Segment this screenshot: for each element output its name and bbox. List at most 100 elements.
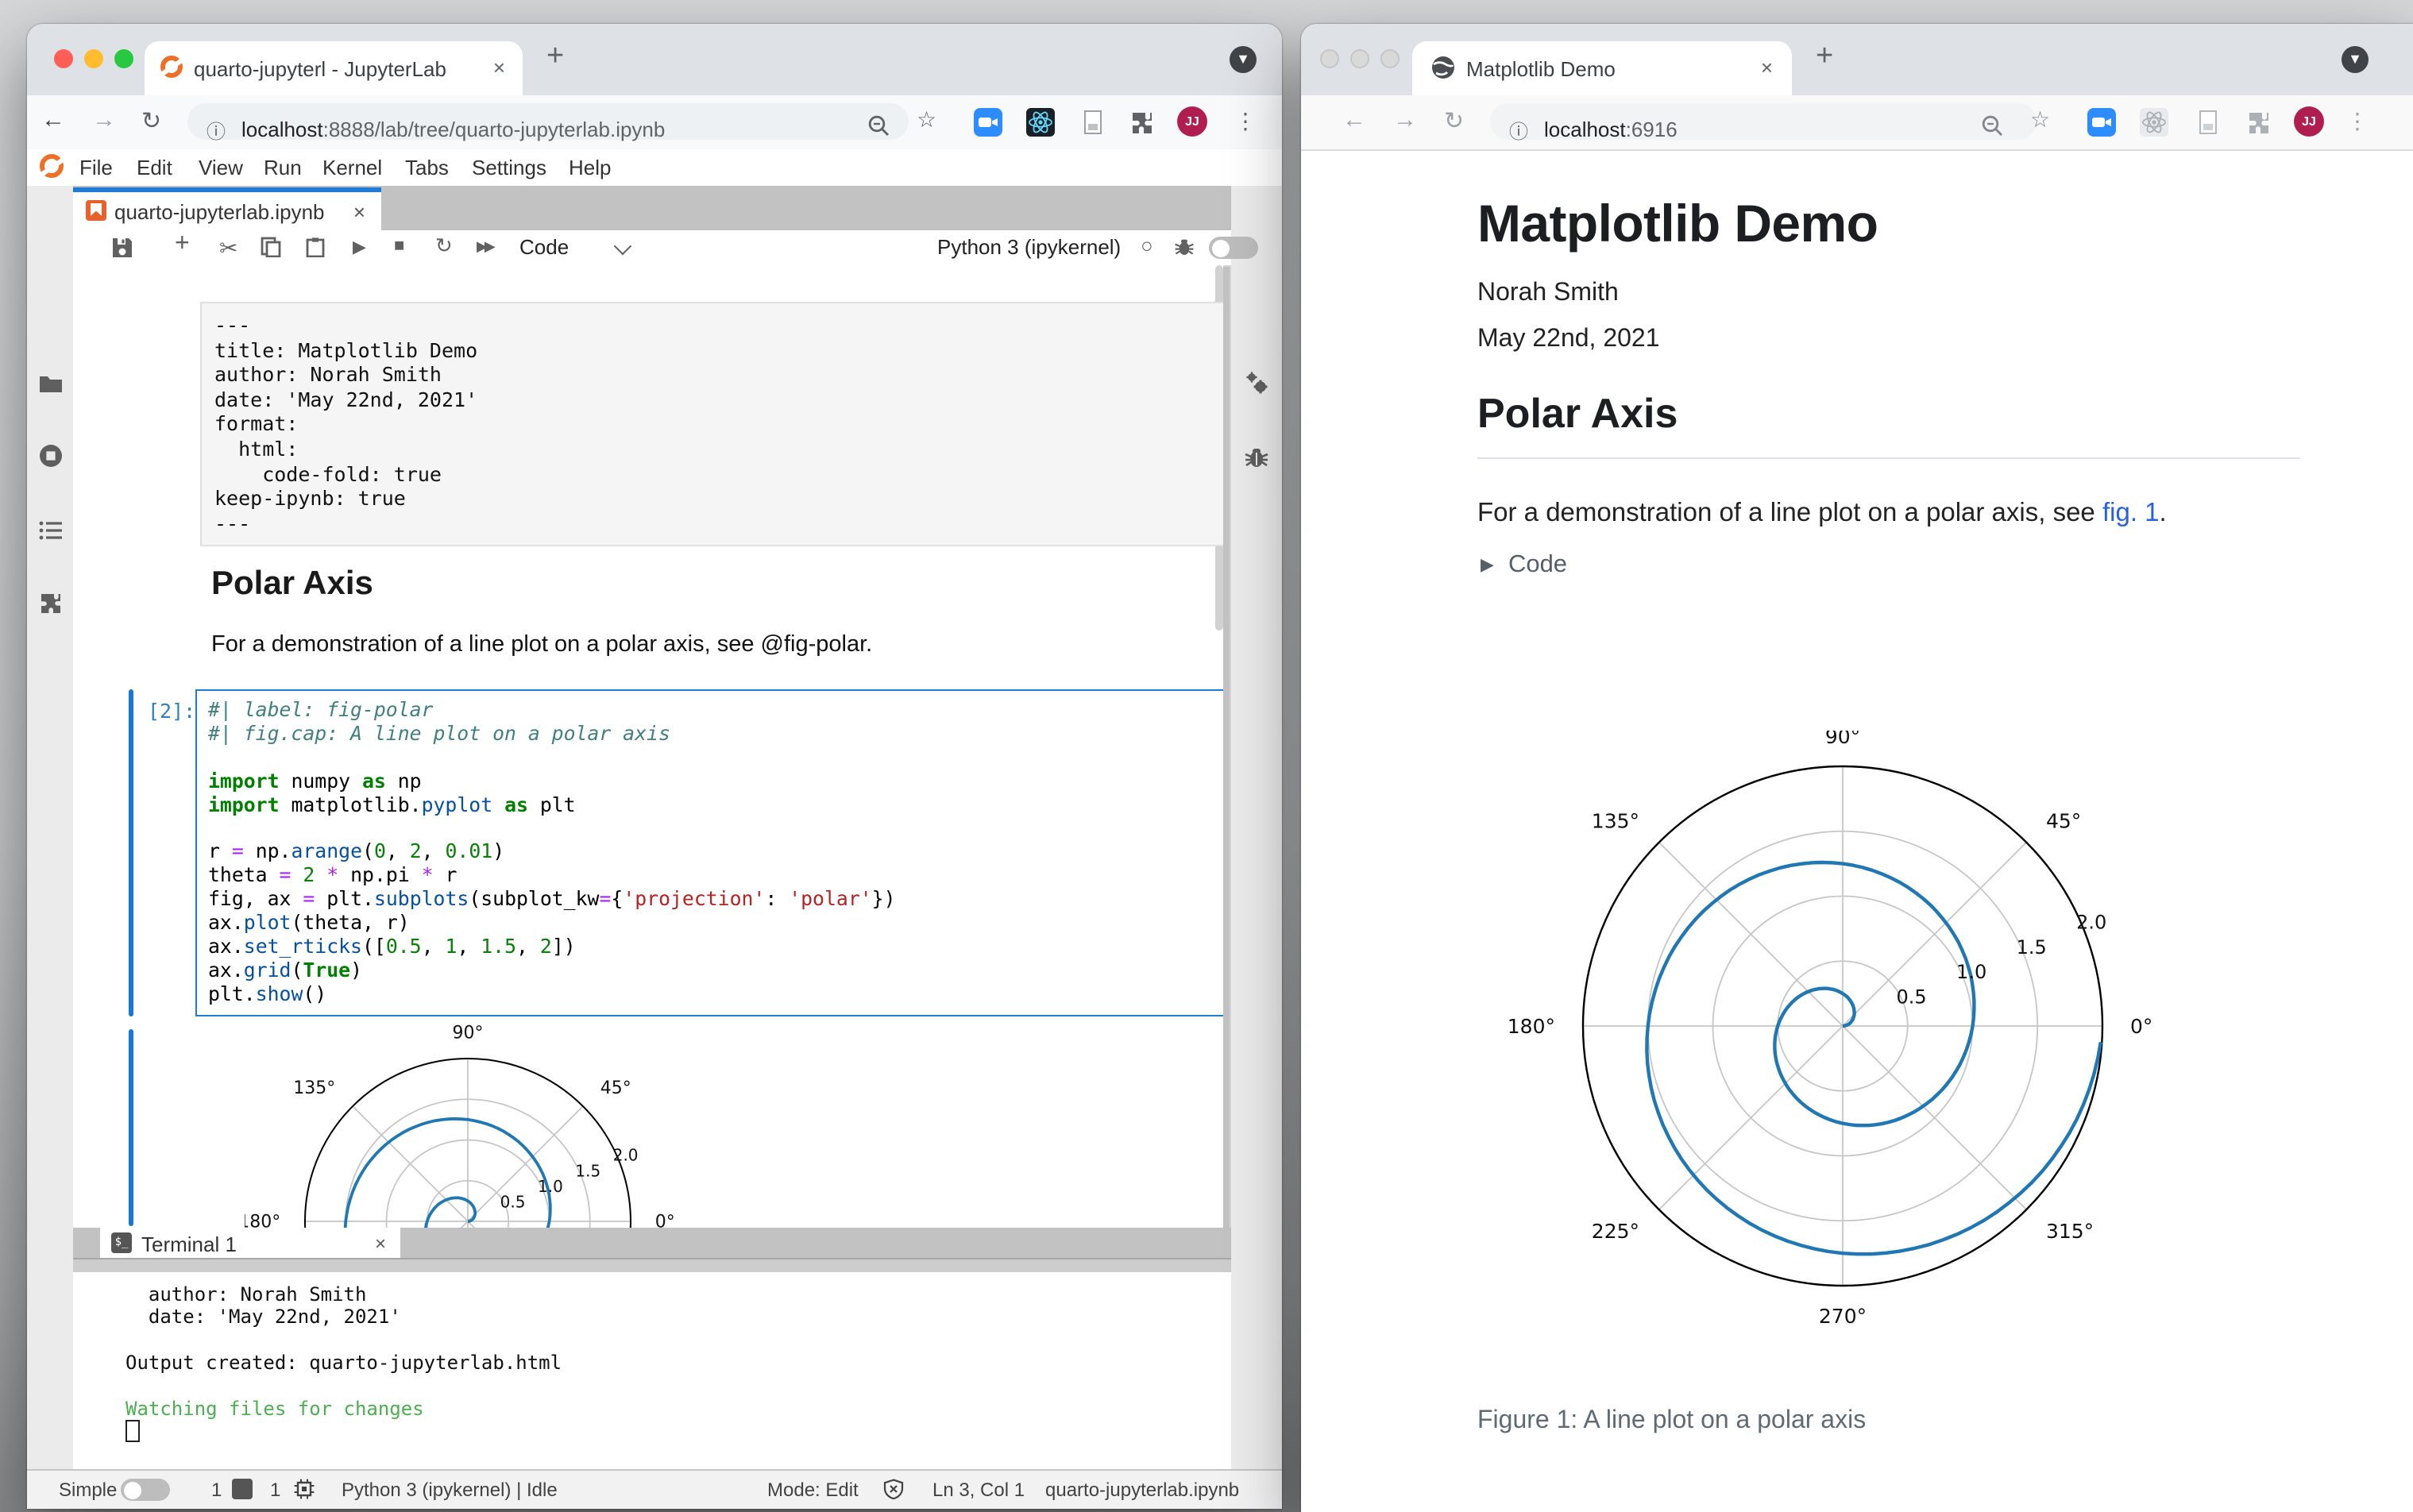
bookmark-star-icon[interactable]: ☆ xyxy=(917,106,936,133)
new-tab-button[interactable]: + xyxy=(546,40,564,75)
extension-manager-icon[interactable] xyxy=(38,591,64,616)
zoom-camera-extension-icon[interactable] xyxy=(974,108,1002,137)
document-extension-icon[interactable] xyxy=(2194,108,2222,137)
debugger-icon[interactable] xyxy=(1244,445,1269,470)
property-inspector-gears-icon[interactable] xyxy=(1244,370,1271,397)
toolbar-debugger-bug-icon[interactable] xyxy=(1174,237,1195,257)
traffic-light-zoom[interactable] xyxy=(114,49,133,68)
terminal-line: Output created: quarto-jupyterlab.html xyxy=(125,1352,562,1375)
simple-mode-toggle-top[interactable] xyxy=(1209,237,1258,259)
code-fold-disclosure[interactable]: ▶ Code xyxy=(1481,551,1567,580)
menu-run[interactable]: Run xyxy=(264,156,302,179)
run-all-button[interactable]: ▶▶ xyxy=(477,238,496,256)
stop-kernel-button[interactable]: ■ xyxy=(394,237,404,256)
svg-text:45°: 45° xyxy=(600,1078,631,1098)
traffic-light-minimize[interactable] xyxy=(1350,49,1369,68)
profile-avatar[interactable]: JJ xyxy=(1177,106,1207,137)
zoom-camera-extension-icon[interactable] xyxy=(2087,108,2116,137)
traffic-light-close[interactable] xyxy=(54,49,73,68)
cell-type-chevron-icon[interactable] xyxy=(613,237,632,256)
new-tab-button[interactable]: + xyxy=(1816,40,1833,75)
yaml-frontmatter-cell[interactable]: --- title: Matplotlib Demo author: Norah… xyxy=(200,302,1222,547)
back-icon[interactable]: ← xyxy=(41,106,65,133)
cursor-position[interactable]: Ln 3, Col 1 xyxy=(932,1479,1025,1501)
output-collapser[interactable] xyxy=(128,1029,133,1226)
zoom-icon[interactable] xyxy=(867,114,890,137)
page-title: Matplotlib Demo xyxy=(1477,194,1878,253)
url-text[interactable]: localhost:8888/lab/tree/quarto-jupyterla… xyxy=(241,118,665,141)
notebook-toolbar: + ✂ ▶ ■ ↻ ▶▶ Code Python 3 (ipykernel) ○ xyxy=(73,230,1258,267)
save-button[interactable] xyxy=(111,237,133,259)
insert-cell-button[interactable]: + xyxy=(175,230,190,259)
jupyterlab-statusbar: Simple 1 1 Python 3 (ipykernel) | Idle M… xyxy=(27,1469,1282,1508)
figure-link[interactable]: fig. 1 xyxy=(2102,499,2160,527)
menu-help[interactable]: Help xyxy=(569,156,612,179)
tab-close-icon[interactable]: × xyxy=(1761,56,1773,79)
forward-icon[interactable]: → xyxy=(92,106,116,133)
notebook-content[interactable]: --- title: Matplotlib Demo author: Norah… xyxy=(73,265,1222,1227)
paste-cells-button[interactable] xyxy=(305,237,326,257)
address-bar[interactable]: ⓘ localhost:6916 xyxy=(1490,103,2037,143)
traffic-light-minimize[interactable] xyxy=(84,49,103,68)
kernel-name-button[interactable]: Python 3 (ipykernel) xyxy=(937,235,1121,259)
kernel-chip-icon[interactable] xyxy=(294,1479,315,1499)
site-info-icon[interactable]: ⓘ xyxy=(207,118,226,145)
react-extension-icon[interactable] xyxy=(2140,108,2168,137)
copy-cells-button[interactable] xyxy=(261,237,281,257)
menu-kernel[interactable]: Kernel xyxy=(322,156,382,179)
terminal-output[interactable]: author: Norah Smith date: 'May 22nd, 202… xyxy=(73,1272,1231,1482)
run-cell-button[interactable]: ▶ xyxy=(353,237,366,257)
tab-search-button[interactable]: ▼ xyxy=(2342,46,2369,73)
restart-kernel-button[interactable]: ↻ xyxy=(435,233,453,259)
input-collapser[interactable] xyxy=(128,689,133,1016)
svg-text:90°: 90° xyxy=(453,1023,484,1043)
react-extension-icon[interactable] xyxy=(1026,108,1055,137)
terminal-tab-close-icon[interactable]: × xyxy=(375,1232,386,1254)
running-kernels-icon[interactable] xyxy=(38,443,64,469)
mode-indicator[interactable]: Mode: Edit xyxy=(767,1479,859,1501)
code-cell-editor[interactable]: #| label: fig-polar #| fig.cap: A line pl… xyxy=(195,689,1222,1016)
cut-cells-button[interactable]: ✂ xyxy=(219,235,237,262)
traffic-light-zoom[interactable] xyxy=(1380,49,1400,68)
jupyterlab-browser-window: quarto-jupyterl - JupyterLab × + ▼ ← → ↻… xyxy=(27,24,1282,1508)
file-browser-icon[interactable] xyxy=(38,372,64,397)
tab-search-button[interactable]: ▼ xyxy=(1230,46,1257,73)
reload-icon[interactable]: ↻ xyxy=(141,106,161,135)
menu-edit[interactable]: Edit xyxy=(137,156,172,179)
svg-text:90°: 90° xyxy=(1825,731,1860,748)
traffic-light-close[interactable] xyxy=(1320,49,1339,68)
tab-title: Matplotlib Demo xyxy=(1466,57,1616,81)
page-author: Norah Smith xyxy=(1477,280,1619,307)
address-bar[interactable]: ⓘ localhost:8888/lab/tree/quarto-jupyter… xyxy=(187,103,909,143)
browser-tab[interactable]: quarto-jupyterl - JupyterLab × xyxy=(145,41,523,95)
puzzle-extensions-icon[interactable] xyxy=(2245,108,2273,137)
notebook-tab[interactable]: quarto-jupyterlab.ipynb × xyxy=(73,187,381,230)
jupyterlab-menubar: File Edit View Run Kernel Tabs Settings Help xyxy=(27,149,1282,187)
notebook-tab-close-icon[interactable]: × xyxy=(353,200,365,224)
browser-tab[interactable]: Matplotlib Demo × xyxy=(1412,41,1792,95)
menu-tabs[interactable]: Tabs xyxy=(405,156,449,179)
forward-icon[interactable]: → xyxy=(1393,106,1417,133)
menu-settings[interactable]: Settings xyxy=(472,156,546,179)
table-of-contents-icon[interactable] xyxy=(38,518,64,543)
url-text[interactable]: localhost:6916 xyxy=(1544,118,1678,141)
puzzle-extensions-icon[interactable] xyxy=(1128,108,1156,137)
cell-type-select[interactable]: Code xyxy=(519,235,569,259)
terminal-tab[interactable]: $_ Terminal 1 × xyxy=(100,1227,400,1257)
site-info-icon[interactable]: ⓘ xyxy=(1509,118,1528,145)
bookmark-star-icon[interactable]: ☆ xyxy=(2030,106,2050,133)
back-icon[interactable]: ← xyxy=(1342,106,1366,133)
reload-icon[interactable]: ↻ xyxy=(1444,106,1464,135)
browser-menu-icon[interactable]: ⋮ xyxy=(1234,108,1257,135)
menu-view[interactable]: View xyxy=(199,156,243,179)
svg-text:1.0: 1.0 xyxy=(538,1177,563,1196)
kernel-status-text[interactable]: Python 3 (ipykernel) | Idle xyxy=(342,1479,558,1501)
menu-file[interactable]: File xyxy=(79,156,113,179)
simple-mode-toggle[interactable] xyxy=(121,1479,170,1501)
profile-avatar[interactable]: JJ xyxy=(2294,106,2324,137)
document-extension-icon[interactable] xyxy=(1079,108,1107,137)
zoom-icon[interactable] xyxy=(1981,114,2003,137)
browser-menu-icon[interactable]: ⋮ xyxy=(2346,108,2369,135)
tab-close-icon[interactable]: × xyxy=(493,56,505,79)
statusbar-terminal-icon[interactable] xyxy=(232,1479,253,1499)
